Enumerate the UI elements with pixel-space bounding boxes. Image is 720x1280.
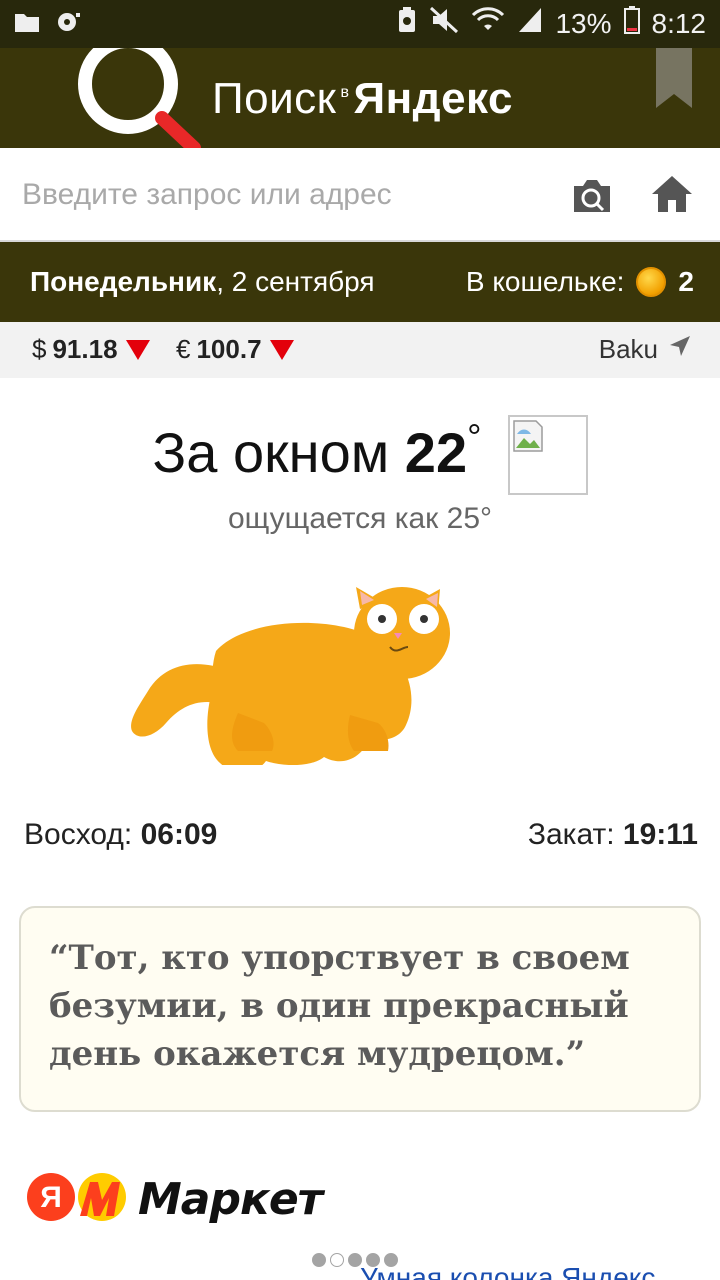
battery-percent: 13% — [555, 7, 612, 39]
date-text: Понедельник, 2 сентября — [30, 266, 375, 298]
city-selector[interactable]: Baku — [599, 334, 692, 365]
recycle-icon — [397, 6, 417, 41]
weekday: Понедельник — [30, 266, 217, 297]
rates-bar: $ 91.18 € 100.7 Baku — [0, 322, 720, 378]
clock: 8:12 — [651, 7, 707, 39]
wallet-count: 2 — [678, 266, 694, 297]
weather-degree: ° — [467, 416, 482, 457]
app-title: Поиск вЯндекс — [212, 74, 513, 124]
eur-rate[interactable]: € 100.7 — [176, 334, 294, 365]
yandex-logo-icon: Я — [26, 1172, 76, 1227]
eur-symbol: € — [176, 334, 191, 364]
arrow-down-icon — [125, 339, 150, 360]
date: , 2 сентября — [216, 266, 375, 297]
weather-prefix: За окном — [152, 421, 390, 484]
wallet-label: В кошельке: — [465, 266, 625, 297]
app-header: Поиск вЯндекс — [0, 48, 720, 148]
sunrise-time: 06:09 — [140, 818, 218, 851]
sunset-time: 19:11 — [622, 818, 698, 851]
carousel-dot-active[interactable] — [330, 1253, 344, 1267]
wallet[interactable]: В кошельке: 2 — [466, 266, 694, 298]
arrow-down-icon — [269, 339, 294, 360]
folder-icon — [14, 11, 40, 38]
cat-illustration — [120, 575, 460, 772]
sunrise-label: Восход: — [24, 818, 133, 851]
magnifier-logo-icon — [76, 48, 206, 148]
weather-broken-image-icon — [508, 415, 588, 495]
eur-value: 100.7 — [196, 334, 262, 364]
title-small: в — [340, 84, 350, 102]
media-icon — [56, 10, 82, 39]
svg-text:Я: Я — [40, 1181, 62, 1214]
market-label: Маркет — [138, 1174, 323, 1225]
quote-text: “Тот, кто упорствует в своем безумии, в … — [49, 938, 630, 1074]
usd-value: 91.18 — [52, 334, 118, 364]
usd-symbol: $ — [32, 334, 47, 364]
date-bar: Понедельник, 2 сентября В кошельке: 2 — [0, 242, 720, 322]
camera-search-icon[interactable] — [570, 176, 614, 221]
weather-heading: За окном 22° — [0, 416, 720, 485]
promo-link[interactable]: Умная колонка Яндекс — [360, 1262, 655, 1280]
carousel-dot[interactable] — [312, 1253, 326, 1267]
signal-icon — [517, 6, 543, 41]
usd-rate[interactable]: $ 91.18 — [32, 334, 150, 365]
search-input[interactable] — [22, 168, 542, 222]
title-main: Поиск — [212, 74, 337, 123]
mute-icon — [429, 6, 459, 41]
wifi-icon — [471, 6, 505, 41]
coin-icon — [636, 267, 667, 297]
bookmark-icon[interactable] — [654, 48, 694, 115]
market-logo[interactable]: Я Маркет — [26, 1172, 323, 1227]
weather-temp: 22 — [404, 421, 468, 484]
battery-icon — [623, 6, 640, 41]
sunset: Закат: 19:11 — [528, 818, 698, 852]
location-arrow-icon — [668, 334, 692, 365]
sunrise: Восход: 06:09 — [24, 818, 217, 852]
sunset-label: Закат: — [527, 818, 615, 851]
city-name: Baku — [598, 334, 658, 364]
feels-like: ощущается как 25° — [227, 502, 493, 535]
title-brand: Яндекс — [353, 74, 513, 123]
status-bar: 13% 8:12 — [0, 0, 720, 48]
quote-card[interactable]: “Тот, кто упорствует в своем безумии, в … — [19, 906, 701, 1112]
market-m-icon — [76, 1172, 130, 1227]
home-icon[interactable] — [650, 174, 694, 219]
